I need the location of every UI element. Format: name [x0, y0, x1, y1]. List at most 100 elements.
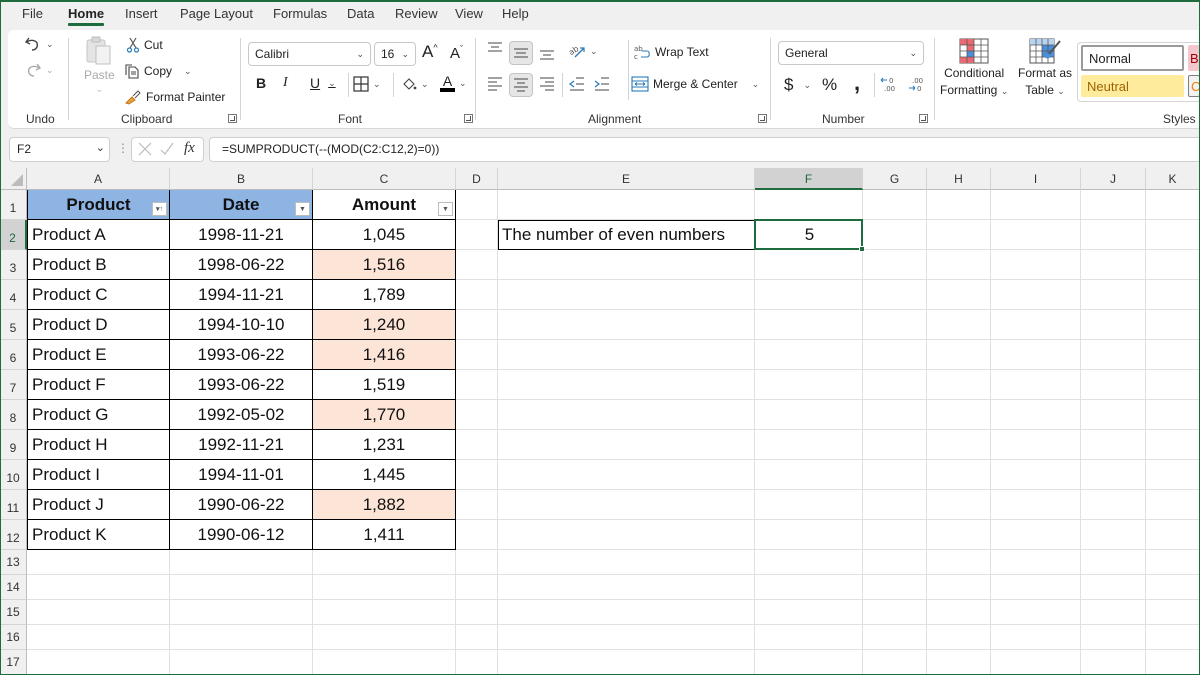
- tab-view[interactable]: View: [455, 6, 483, 21]
- number-dialog-launcher-icon[interactable]: [919, 114, 928, 123]
- cell-date[interactable]: 1993-06-22: [170, 370, 313, 400]
- undo-button[interactable]: ⌄: [24, 35, 54, 53]
- fill-color-button[interactable]: ⌄: [401, 76, 429, 92]
- font-size-dropdown[interactable]: 16 ⌄: [374, 42, 416, 66]
- cell-product[interactable]: Product H: [27, 430, 170, 460]
- row-header-16[interactable]: 16: [0, 625, 27, 650]
- cell-date[interactable]: 1994-11-21: [170, 280, 313, 310]
- cell-product[interactable]: Product G: [27, 400, 170, 430]
- cell-date[interactable]: 1998-06-22: [170, 250, 313, 280]
- middle-align-button[interactable]: [509, 41, 533, 65]
- column-header-a[interactable]: A: [27, 168, 170, 190]
- row-header-11[interactable]: 11: [0, 490, 27, 520]
- cell-date[interactable]: 1994-11-01: [170, 460, 313, 490]
- cell-product[interactable]: Product I: [27, 460, 170, 490]
- cell-date[interactable]: 1998-11-21: [170, 220, 313, 250]
- row-header-15[interactable]: 15: [0, 600, 27, 625]
- merge-center-button[interactable]: Merge & Center ⌄: [631, 76, 759, 92]
- row-header-8[interactable]: 8: [0, 400, 27, 430]
- row-header-12[interactable]: 12: [0, 520, 27, 550]
- row-header-4[interactable]: 4: [0, 280, 27, 310]
- number-format-dropdown[interactable]: General ⌄: [778, 41, 924, 65]
- cell-product[interactable]: Product A: [27, 220, 170, 250]
- increase-decimal-button[interactable]: 0.00: [879, 75, 899, 93]
- font-color-button[interactable]: A ⌄: [440, 74, 467, 92]
- comma-style-button[interactable]: ,: [854, 70, 860, 96]
- column-header-f[interactable]: F: [755, 168, 863, 190]
- row-header-1[interactable]: 1: [0, 190, 27, 220]
- cell-product[interactable]: Product K: [27, 520, 170, 550]
- cell-product[interactable]: Product E: [27, 340, 170, 370]
- row-header-3[interactable]: 3: [0, 250, 27, 280]
- copy-button[interactable]: Copy ⌄: [124, 63, 192, 79]
- cell-product[interactable]: Product C: [27, 280, 170, 310]
- format-painter-button[interactable]: Format Painter: [124, 89, 225, 105]
- style-bad[interactable]: B: [1188, 45, 1200, 71]
- cell-amount[interactable]: 1,045: [313, 220, 456, 250]
- formula-input[interactable]: =SUMPRODUCT(--(MOD(C2:C12,2)=0)): [209, 137, 1200, 162]
- borders-button[interactable]: ⌄: [353, 76, 381, 92]
- column-header-c[interactable]: C: [313, 168, 456, 190]
- top-align-button[interactable]: [487, 42, 503, 56]
- style-neutral[interactable]: Neutral: [1081, 75, 1184, 97]
- cell-amount[interactable]: 1,445: [313, 460, 456, 490]
- tab-help[interactable]: Help: [502, 6, 529, 21]
- confirm-icon[interactable]: [159, 140, 175, 161]
- alignment-dialog-launcher-icon[interactable]: [758, 114, 767, 123]
- cell-amount[interactable]: 1,516: [313, 250, 456, 280]
- tab-home[interactable]: Home: [68, 6, 105, 26]
- tab-insert[interactable]: Insert: [125, 6, 158, 21]
- redo-button[interactable]: ⌄: [24, 61, 54, 79]
- clipboard-dialog-launcher-icon[interactable]: [228, 114, 237, 123]
- column-header-e[interactable]: E: [498, 168, 755, 190]
- style-normal[interactable]: Normal: [1081, 45, 1184, 71]
- tab-formulas[interactable]: Formulas: [273, 6, 327, 21]
- align-left-button[interactable]: [487, 77, 503, 91]
- tab-page-layout[interactable]: Page Layout: [180, 6, 253, 21]
- column-header-k[interactable]: K: [1146, 168, 1200, 190]
- column-header-j[interactable]: J: [1081, 168, 1146, 190]
- row-header-9[interactable]: 9: [0, 430, 27, 460]
- filter-dropdown-button[interactable]: ▼: [438, 202, 453, 216]
- conditional-formatting-button[interactable]: Conditional Formatting ⌄: [940, 38, 1008, 99]
- cell-date[interactable]: 1992-05-02: [170, 400, 313, 430]
- formula-bar-grip-icon[interactable]: ⋮: [117, 141, 129, 155]
- increase-indent-button[interactable]: [594, 77, 610, 91]
- cell-product[interactable]: Product F: [27, 370, 170, 400]
- cell-amount[interactable]: 1,240: [313, 310, 456, 340]
- paste-button[interactable]: Paste ⌄: [84, 36, 115, 95]
- wrap-text-button[interactable]: ab c Wrap Text: [633, 44, 709, 60]
- cell-amount[interactable]: 1,882: [313, 490, 456, 520]
- column-header-g[interactable]: G: [863, 168, 927, 190]
- bottom-align-button[interactable]: [539, 46, 555, 60]
- row-header-6[interactable]: 6: [0, 340, 27, 370]
- currency-button[interactable]: $ ⌄: [784, 75, 811, 95]
- name-box[interactable]: F2 ⌄: [9, 137, 110, 162]
- decrease-indent-button[interactable]: [569, 77, 585, 91]
- cell-amount[interactable]: 1,789: [313, 280, 456, 310]
- row-header-13[interactable]: 13: [0, 550, 27, 575]
- decrease-font-size-button[interactable]: Aˇ: [450, 44, 463, 62]
- row-header-5[interactable]: 5: [0, 310, 27, 340]
- font-dialog-launcher-icon[interactable]: [464, 114, 473, 123]
- style-calculation[interactable]: C: [1188, 75, 1200, 97]
- cell-date[interactable]: 1992-11-21: [170, 430, 313, 460]
- filter-dropdown-button[interactable]: ▼: [295, 202, 310, 216]
- cell-amount[interactable]: 1,231: [313, 430, 456, 460]
- column-header-h[interactable]: H: [927, 168, 991, 190]
- column-header-b[interactable]: B: [170, 168, 313, 190]
- insert-function-icon[interactable]: fx: [184, 140, 195, 157]
- column-header-i[interactable]: I: [991, 168, 1081, 190]
- cancel-icon[interactable]: [137, 140, 153, 161]
- fill-handle[interactable]: [859, 246, 865, 252]
- percent-button[interactable]: %: [822, 75, 837, 95]
- column-header-d[interactable]: D: [456, 168, 498, 190]
- row-header-7[interactable]: 7: [0, 370, 27, 400]
- cut-button[interactable]: Cut: [126, 37, 163, 53]
- align-right-button[interactable]: [539, 77, 555, 91]
- increase-font-size-button[interactable]: A^: [422, 42, 438, 62]
- align-center-button[interactable]: [509, 73, 533, 97]
- result-label-cell[interactable]: The number of even numbers: [498, 220, 755, 250]
- cell-amount[interactable]: 1,411: [313, 520, 456, 550]
- underline-button[interactable]: U ⌄: [310, 75, 336, 91]
